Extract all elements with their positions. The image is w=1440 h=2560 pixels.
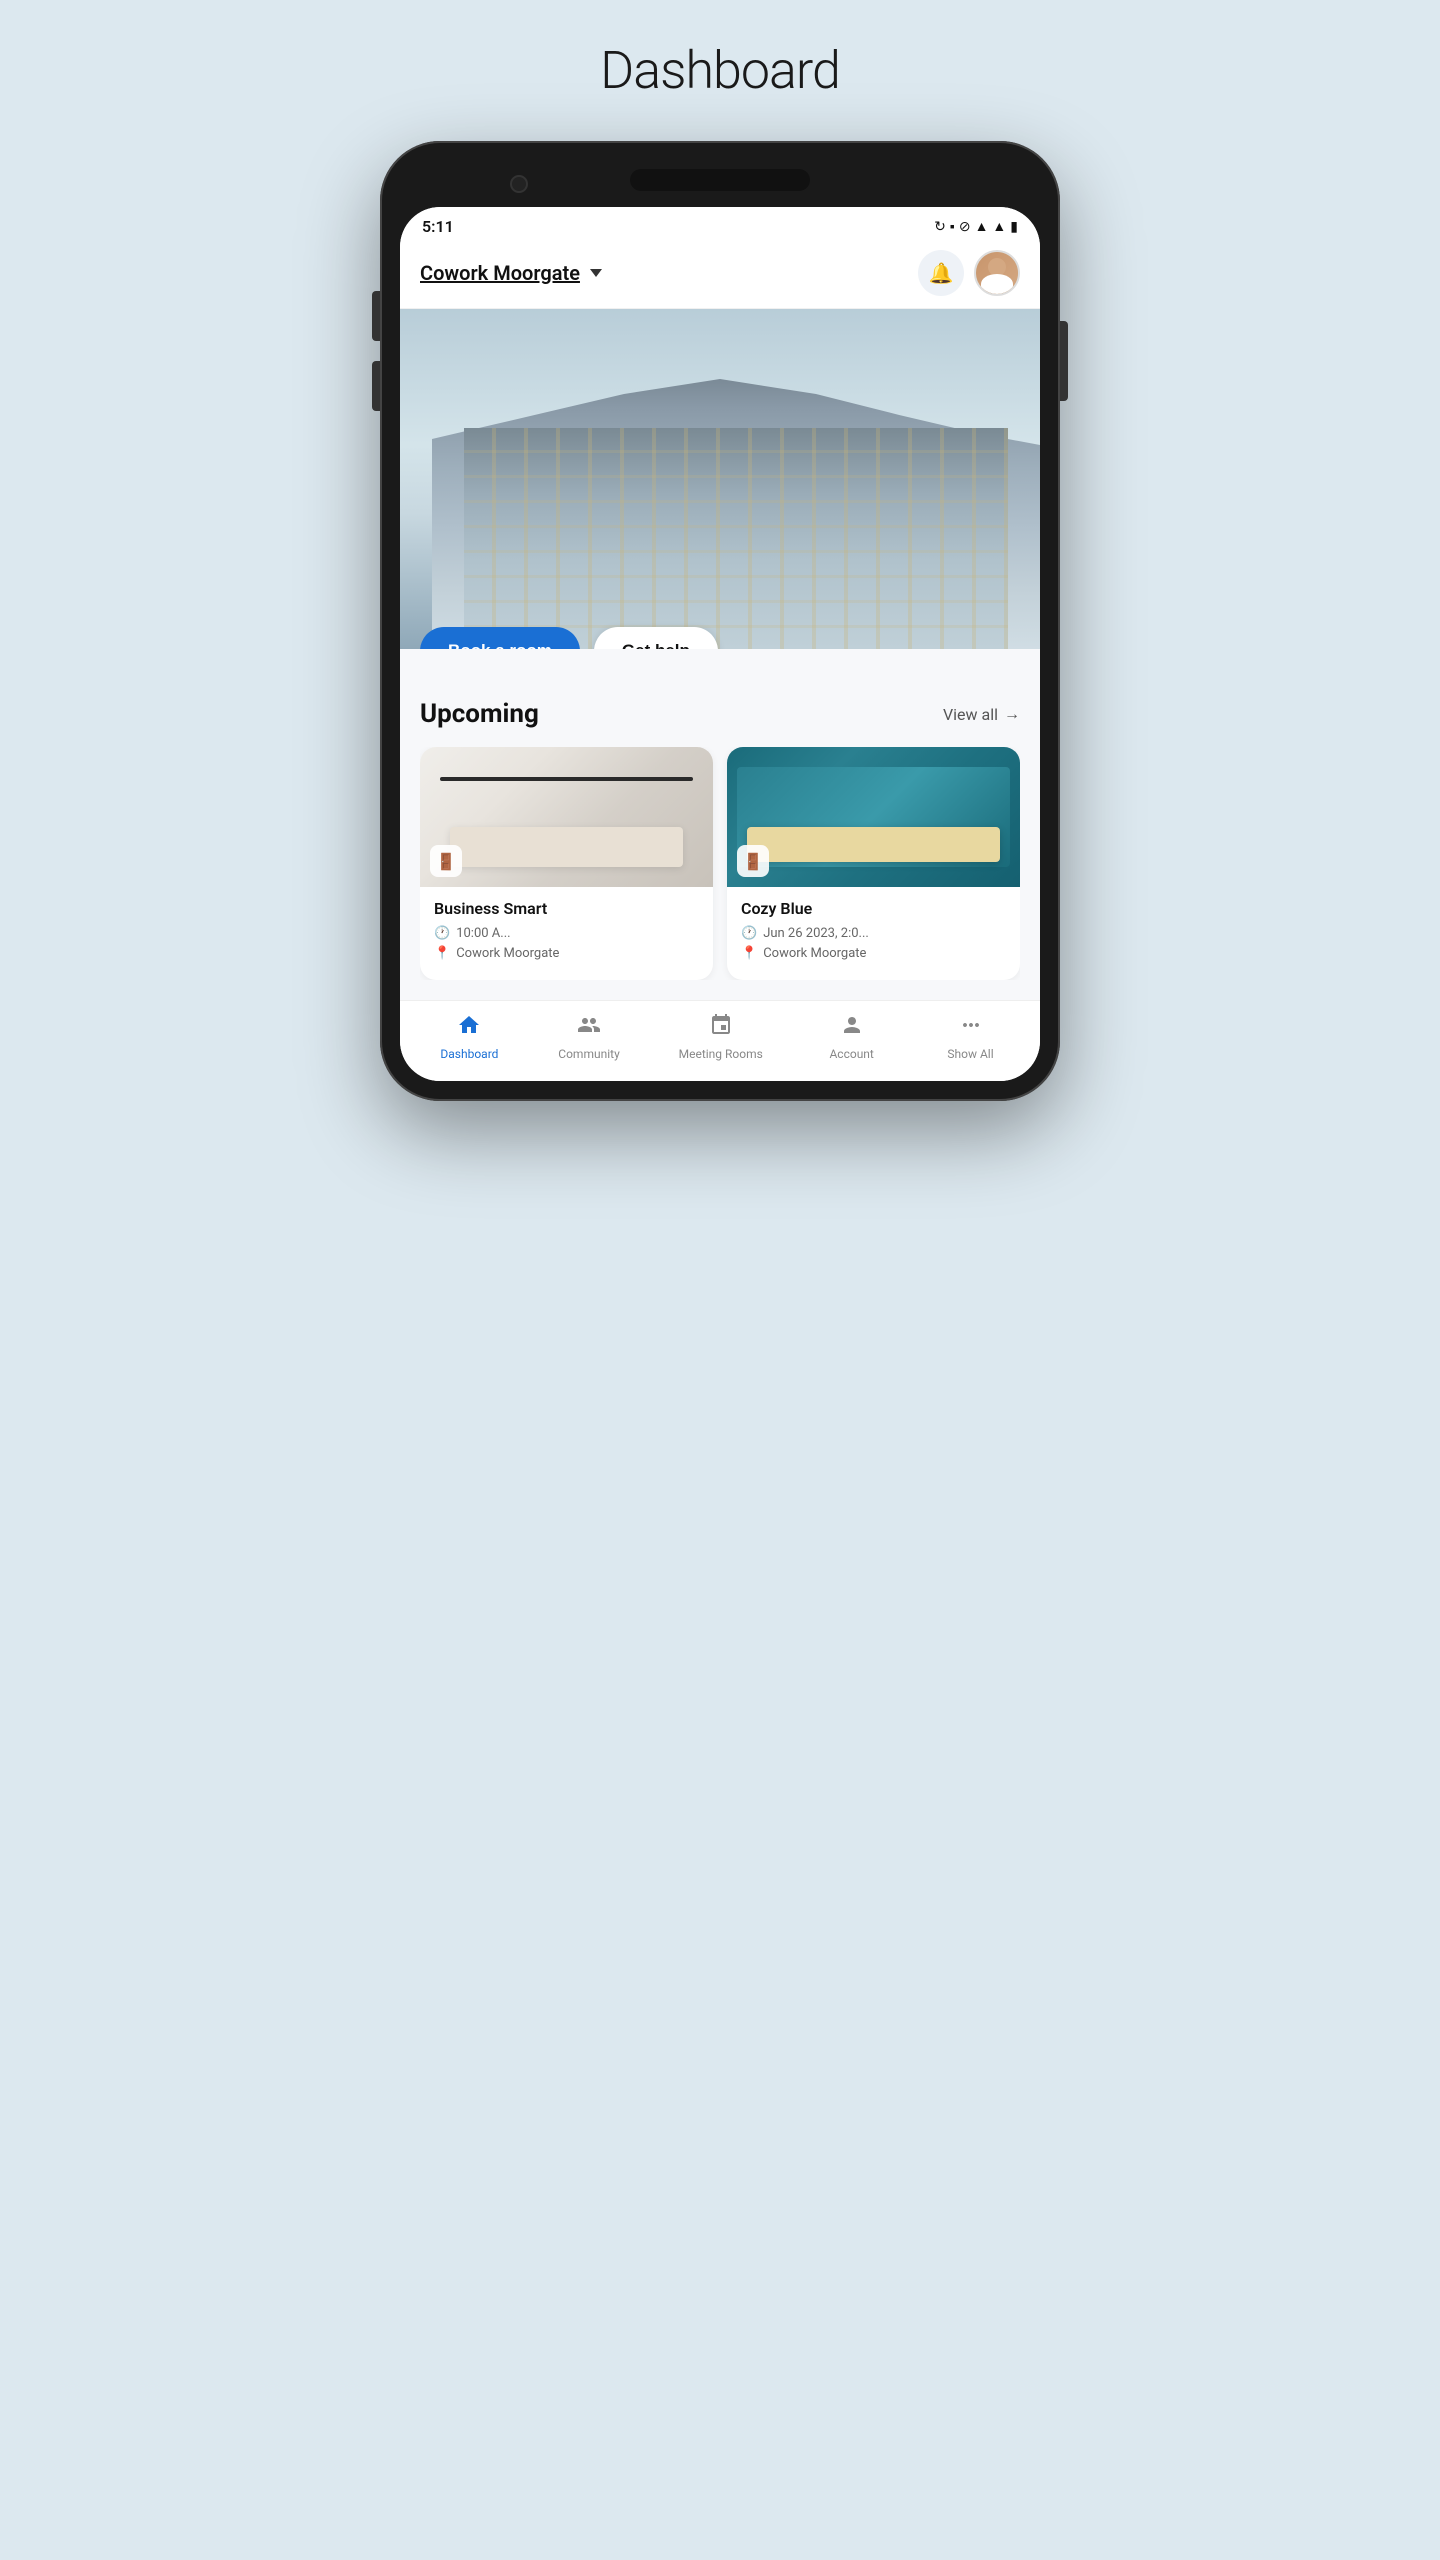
hero-buttons: Book a room Get help: [420, 627, 718, 649]
card-time-value: 10:00 A...: [456, 926, 510, 941]
account-icon: [840, 1013, 864, 1043]
chevron-down-icon: [590, 269, 602, 277]
app-header: Cowork Moorgate 🔔: [400, 242, 1040, 309]
nav-item-dashboard[interactable]: Dashboard: [439, 1013, 499, 1061]
card-body: Business Smart 🕐 10:00 A... 📍 Cowork Moo…: [420, 887, 713, 980]
wifi-icon: ▲: [975, 218, 989, 235]
card-image: 🚪: [420, 747, 713, 887]
phone-screen: 5:11 ↻ ▪ ⊘ ▲ ▲ ▮ Cowork Moorgate: [400, 207, 1040, 1081]
user-avatar-image: [976, 252, 1018, 294]
door-icon: 🚪: [737, 845, 769, 877]
location-icon: 📍: [434, 946, 450, 961]
workspace-name: Cowork Moorgate: [420, 261, 580, 285]
workspace-selector[interactable]: Cowork Moorgate: [420, 261, 602, 285]
volume-up-button: [372, 291, 380, 341]
upcoming-title: Upcoming: [420, 699, 539, 729]
home-icon: [457, 1013, 481, 1043]
view-all-link[interactable]: View all →: [943, 704, 1020, 724]
room-image-business-smart: [420, 747, 713, 887]
location-icon: 📍: [741, 946, 757, 961]
front-camera: [510, 175, 528, 193]
room-card[interactable]: 🚪 Cozy Blue 🕐 Jun 26 2023, 2:0... 📍 Cowo…: [727, 747, 1020, 980]
header-actions: 🔔: [918, 250, 1020, 296]
speaker-grill: [630, 169, 810, 191]
sd-card-icon: ▪: [950, 218, 955, 235]
avatar[interactable]: [974, 250, 1020, 296]
upcoming-section-header: Upcoming View all →: [420, 699, 1020, 729]
view-all-label: View all: [943, 705, 998, 724]
door-icon: 🚪: [430, 845, 462, 877]
card-location-value: Cowork Moorgate: [456, 946, 559, 961]
nav-item-show-all[interactable]: Show All: [941, 1013, 1001, 1061]
room-card[interactable]: 🚪 Business Smart 🕐 10:00 A... 📍 Cowork M…: [420, 747, 713, 980]
phone-frame: 5:11 ↻ ▪ ⊘ ▲ ▲ ▮ Cowork Moorgate: [380, 141, 1060, 1101]
card-location: 📍 Cowork Moorgate: [434, 946, 699, 961]
volume-down-button: [372, 361, 380, 411]
sync-icon: ↻: [934, 219, 946, 235]
dnd-icon: ⊘: [959, 219, 971, 235]
status-time: 5:11: [422, 217, 454, 236]
bottom-navigation: Dashboard Community Meeting Rooms: [400, 1000, 1040, 1081]
book-room-button[interactable]: Book a room: [420, 627, 580, 649]
hero-building-image: [400, 309, 1040, 649]
signal-icon: ▲: [992, 218, 1006, 235]
nav-account-label: Account: [829, 1047, 873, 1061]
arrow-right-icon: →: [1004, 704, 1020, 724]
get-help-button[interactable]: Get help: [594, 627, 718, 649]
status-bar: 5:11 ↻ ▪ ⊘ ▲ ▲ ▮: [400, 207, 1040, 242]
nav-item-community[interactable]: Community: [558, 1013, 619, 1061]
more-icon: [959, 1013, 983, 1043]
calendar-icon: [709, 1013, 733, 1043]
bell-icon: 🔔: [929, 261, 954, 286]
nav-item-meeting-rooms[interactable]: Meeting Rooms: [679, 1013, 763, 1061]
status-icons: ↻ ▪ ⊘ ▲ ▲ ▮: [934, 218, 1018, 235]
card-time: 🕐 10:00 A...: [434, 926, 699, 941]
battery-icon: ▮: [1010, 219, 1018, 235]
hero-section: Book a room Get help: [400, 309, 1040, 649]
card-image: 🚪: [727, 747, 1020, 887]
card-room-name: Cozy Blue: [741, 899, 1006, 918]
card-room-name: Business Smart: [434, 899, 699, 918]
card-time-value: Jun 26 2023, 2:0...: [763, 926, 869, 941]
card-location: 📍 Cowork Moorgate: [741, 946, 1006, 961]
nav-item-account[interactable]: Account: [822, 1013, 882, 1061]
card-body: Cozy Blue 🕐 Jun 26 2023, 2:0... 📍 Cowork…: [727, 887, 1020, 980]
notification-button[interactable]: 🔔: [918, 250, 964, 296]
upcoming-cards-row: 🚪 Business Smart 🕐 10:00 A... 📍 Cowork M…: [420, 747, 1020, 980]
clock-icon: 🕐: [434, 926, 450, 941]
nav-show-all-label: Show All: [947, 1047, 993, 1061]
nav-community-label: Community: [558, 1047, 619, 1061]
nav-dashboard-label: Dashboard: [440, 1047, 498, 1061]
clock-icon: 🕐: [741, 926, 757, 941]
page-title: Dashboard: [600, 40, 840, 101]
main-content: Upcoming View all → 🚪 Business Smart: [400, 649, 1040, 1000]
card-time: 🕐 Jun 26 2023, 2:0...: [741, 926, 1006, 941]
room-image-cozy-blue: [727, 747, 1020, 887]
card-location-value: Cowork Moorgate: [763, 946, 866, 961]
nav-meeting-rooms-label: Meeting Rooms: [679, 1047, 763, 1061]
community-icon: [577, 1013, 601, 1043]
power-button: [1060, 321, 1068, 401]
